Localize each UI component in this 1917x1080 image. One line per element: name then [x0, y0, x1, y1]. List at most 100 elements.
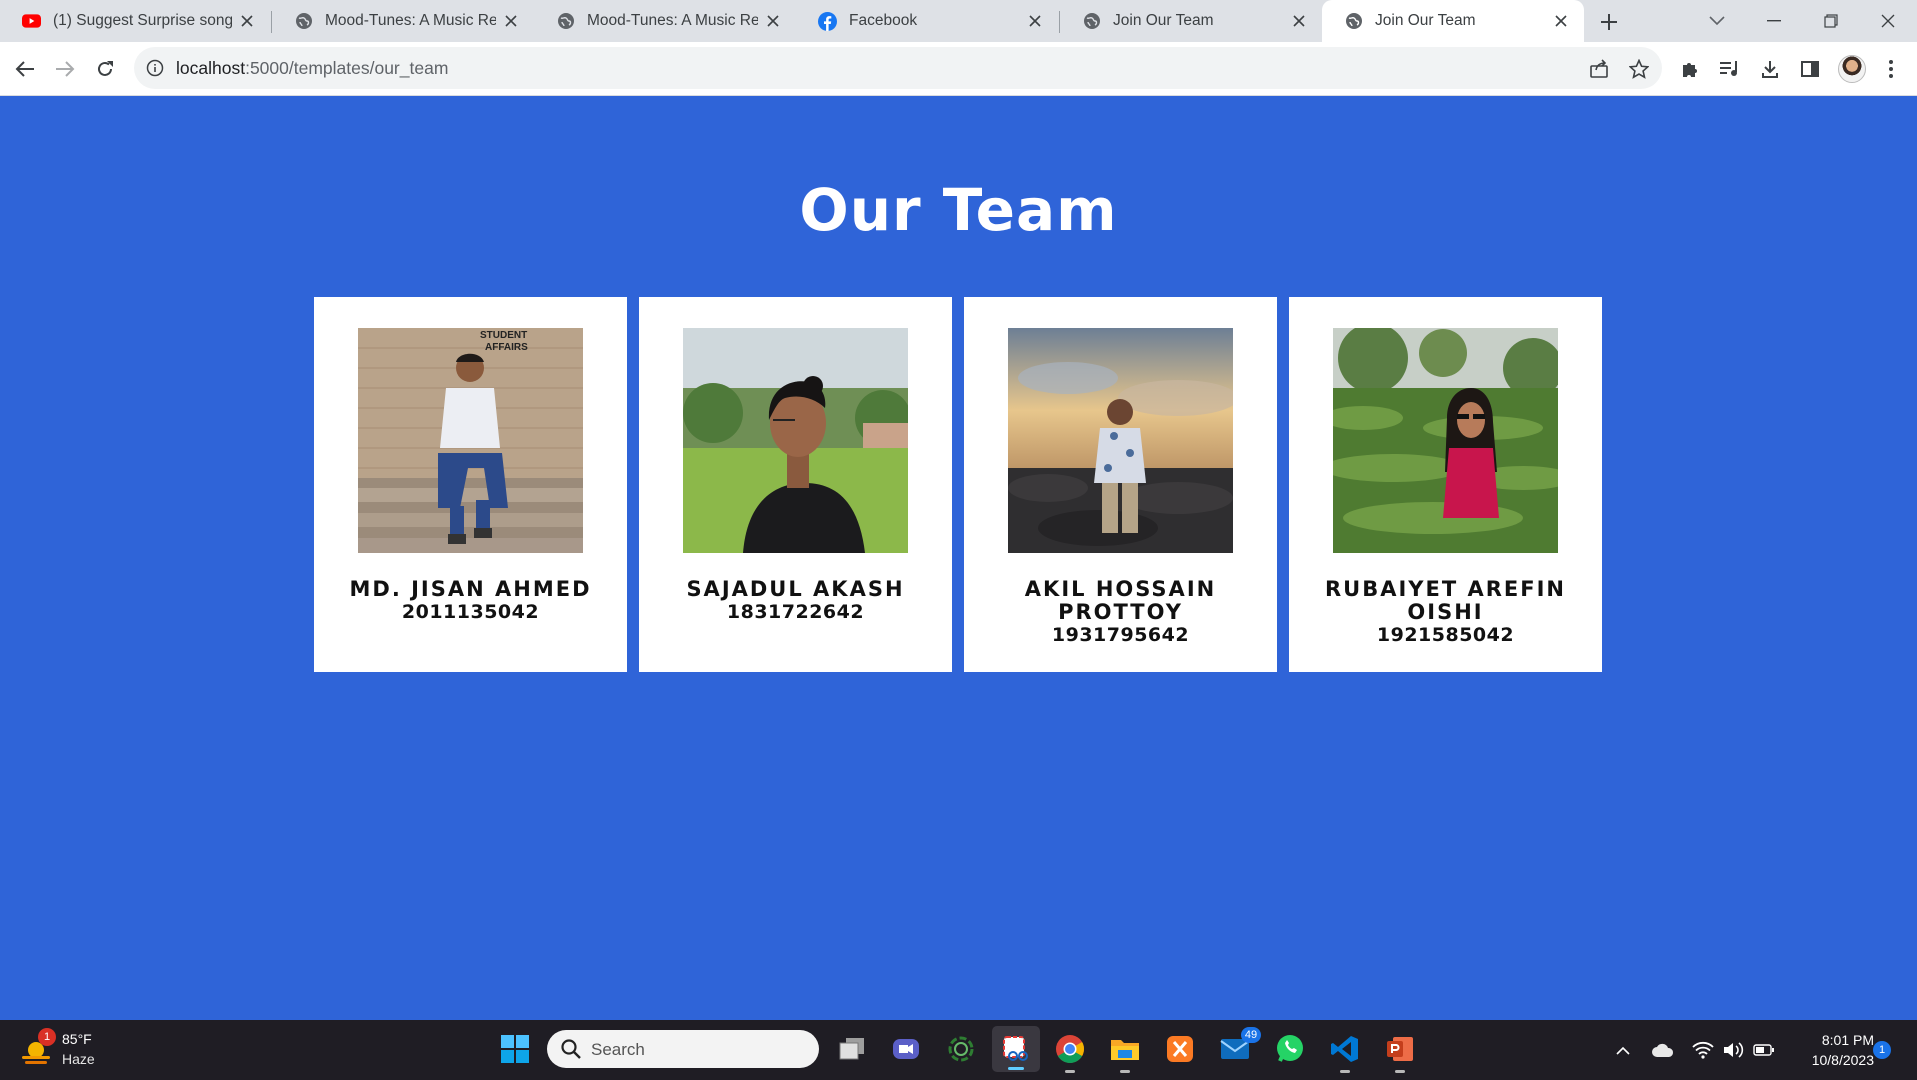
- running-indicator: [1008, 1067, 1024, 1070]
- download-icon[interactable]: [1757, 56, 1783, 82]
- tab-search-button[interactable]: [1692, 0, 1742, 42]
- close-tab-icon[interactable]: [502, 12, 520, 30]
- team-member-card: AKIL HOSSAIN PROTTOY 1931795642: [964, 297, 1277, 672]
- member-name: AKIL HOSSAIN PROTTOY: [1024, 577, 1217, 624]
- weather-condition: Haze: [62, 1051, 95, 1067]
- close-window-button[interactable]: [1863, 0, 1913, 42]
- member-info: MD. JISAN AHMED 2011135042: [314, 578, 627, 624]
- teams-chat-icon[interactable]: [888, 1031, 924, 1067]
- tab-mood-tunes-1[interactable]: Mood-Tunes: A Music Recommender: [272, 0, 534, 42]
- weather-alert-badge: 1: [38, 1028, 56, 1046]
- member-photo: [683, 328, 908, 553]
- member-photo: STUDENT AFFAIRS: [358, 328, 583, 553]
- url-host: localhost: [176, 58, 246, 78]
- show-hidden-icons-chevron-icon[interactable]: [1611, 1038, 1635, 1062]
- search-placeholder: Search: [591, 1040, 645, 1059]
- tab-strip: (1) Suggest Surprise songs Mood-Tunes: A…: [0, 0, 1917, 42]
- tab-title: Facebook: [849, 12, 918, 29]
- extensions-icon[interactable]: [1677, 56, 1703, 82]
- clock-time: 8:01 PM: [1821, 1032, 1874, 1048]
- browser-toolbar: localhost:5000/templates/our_team: [0, 42, 1917, 96]
- new-tab-button[interactable]: [1596, 9, 1622, 35]
- close-tab-icon[interactable]: [764, 12, 782, 30]
- globe-icon: [556, 12, 575, 31]
- address-bar[interactable]: localhost:5000/templates/our_team: [134, 47, 1662, 89]
- bookmark-star-icon[interactable]: [1628, 58, 1650, 80]
- url-path: :5000/templates/our_team: [245, 58, 449, 78]
- system-clock[interactable]: 8:01 PM 10/8/2023: [1784, 1030, 1874, 1070]
- forward-button[interactable]: [51, 55, 79, 83]
- media-controls-icon[interactable]: [1717, 56, 1743, 82]
- start-button[interactable]: [497, 1031, 533, 1067]
- tab-title: Mood-Tunes: A Music Recommender: [587, 12, 758, 29]
- search-icon: [561, 1039, 581, 1059]
- globe-icon: [1344, 12, 1363, 31]
- xampp-icon[interactable]: [1162, 1031, 1198, 1067]
- member-info: SAJADUL AKASH 1831722642: [639, 578, 952, 624]
- member-name: SAJADUL AKASH: [686, 577, 905, 601]
- chrome-icon[interactable]: [1052, 1031, 1088, 1073]
- close-tab-icon[interactable]: [1552, 12, 1570, 30]
- reload-button[interactable]: [91, 55, 119, 83]
- back-button[interactable]: [11, 55, 39, 83]
- member-name: RUBAIYET AREFIN OISHI: [1325, 577, 1566, 624]
- photo-sign-text: STUDENT AFFAIRS: [480, 330, 528, 353]
- globe-icon: [1082, 12, 1101, 31]
- running-indicator: [1065, 1070, 1075, 1073]
- powerpoint-icon[interactable]: [1382, 1031, 1418, 1073]
- team-member-card: RUBAIYET AREFIN OISHI 1921585042: [1289, 297, 1602, 672]
- member-name: MD. JISAN AHMED: [349, 577, 592, 601]
- close-tab-icon[interactable]: [238, 12, 256, 30]
- profile-avatar[interactable]: [1838, 55, 1866, 83]
- tab-title: Join Our Team: [1375, 12, 1476, 29]
- tab-join-our-team-active[interactable]: Join Our Team: [1322, 0, 1584, 42]
- sync-app-icon[interactable]: [943, 1031, 979, 1067]
- battery-icon[interactable]: [1752, 1038, 1776, 1062]
- taskbar: 1 85°F Haze Search 49 8:01 PM 10/8/2023 …: [0, 1020, 1917, 1080]
- taskbar-search[interactable]: Search: [547, 1030, 819, 1068]
- member-photo: [1008, 328, 1233, 553]
- wifi-icon[interactable]: [1691, 1038, 1715, 1062]
- side-panel-icon[interactable]: [1797, 56, 1823, 82]
- onedrive-cloud-icon[interactable]: [1651, 1038, 1675, 1062]
- vscode-icon[interactable]: [1327, 1031, 1363, 1073]
- weather-temp: 85°F: [62, 1031, 92, 1047]
- tab-youtube[interactable]: (1) Suggest Surprise songs: [0, 0, 270, 42]
- member-id: 1831722642: [726, 601, 865, 623]
- snipping-tool-icon[interactable]: [992, 1026, 1040, 1072]
- weather-widget[interactable]: 1 85°F Haze: [18, 1028, 138, 1072]
- member-id: 2011135042: [401, 601, 540, 623]
- url-text[interactable]: localhost:5000/templates/our_team: [176, 58, 448, 79]
- page-title: Our Team: [799, 176, 1118, 244]
- tab-facebook[interactable]: Facebook: [796, 0, 1058, 42]
- mail-unread-badge: 49: [1241, 1027, 1261, 1043]
- running-indicator: [1395, 1070, 1405, 1073]
- member-id: 1931795642: [1051, 624, 1190, 646]
- notification-badge[interactable]: 1: [1873, 1041, 1891, 1059]
- share-icon[interactable]: [1588, 58, 1610, 80]
- minimize-button[interactable]: [1749, 0, 1799, 42]
- tab-title: Mood-Tunes: A Music Recommender: [325, 12, 496, 29]
- tab-mood-tunes-2[interactable]: Mood-Tunes: A Music Recommender: [534, 0, 796, 42]
- tab-join-our-team-1[interactable]: Join Our Team: [1060, 0, 1322, 42]
- more-menu-icon[interactable]: [1878, 56, 1904, 82]
- mail-icon[interactable]: 49: [1217, 1027, 1261, 1067]
- tab-title: (1) Suggest Surprise songs: [53, 12, 232, 29]
- restore-button[interactable]: [1806, 0, 1856, 42]
- task-view-icon[interactable]: [834, 1031, 870, 1067]
- youtube-icon: [22, 12, 41, 31]
- team-member-card: STUDENT AFFAIRS MD. JISAN AHMED 201113504…: [314, 297, 627, 672]
- facebook-icon: [818, 11, 837, 31]
- running-indicator: [1120, 1070, 1130, 1073]
- site-info-icon[interactable]: [146, 59, 164, 77]
- member-photo: [1333, 328, 1558, 553]
- member-id: 1921585042: [1376, 624, 1515, 646]
- whatsapp-icon[interactable]: [1272, 1031, 1308, 1067]
- team-member-card: SAJADUL AKASH 1831722642: [639, 297, 952, 672]
- clock-date: 10/8/2023: [1811, 1052, 1874, 1068]
- file-explorer-icon[interactable]: [1107, 1031, 1143, 1073]
- volume-icon[interactable]: [1721, 1038, 1745, 1062]
- member-info: RUBAIYET AREFIN OISHI 1921585042: [1289, 578, 1602, 647]
- close-tab-icon[interactable]: [1026, 12, 1044, 30]
- close-tab-icon[interactable]: [1290, 12, 1308, 30]
